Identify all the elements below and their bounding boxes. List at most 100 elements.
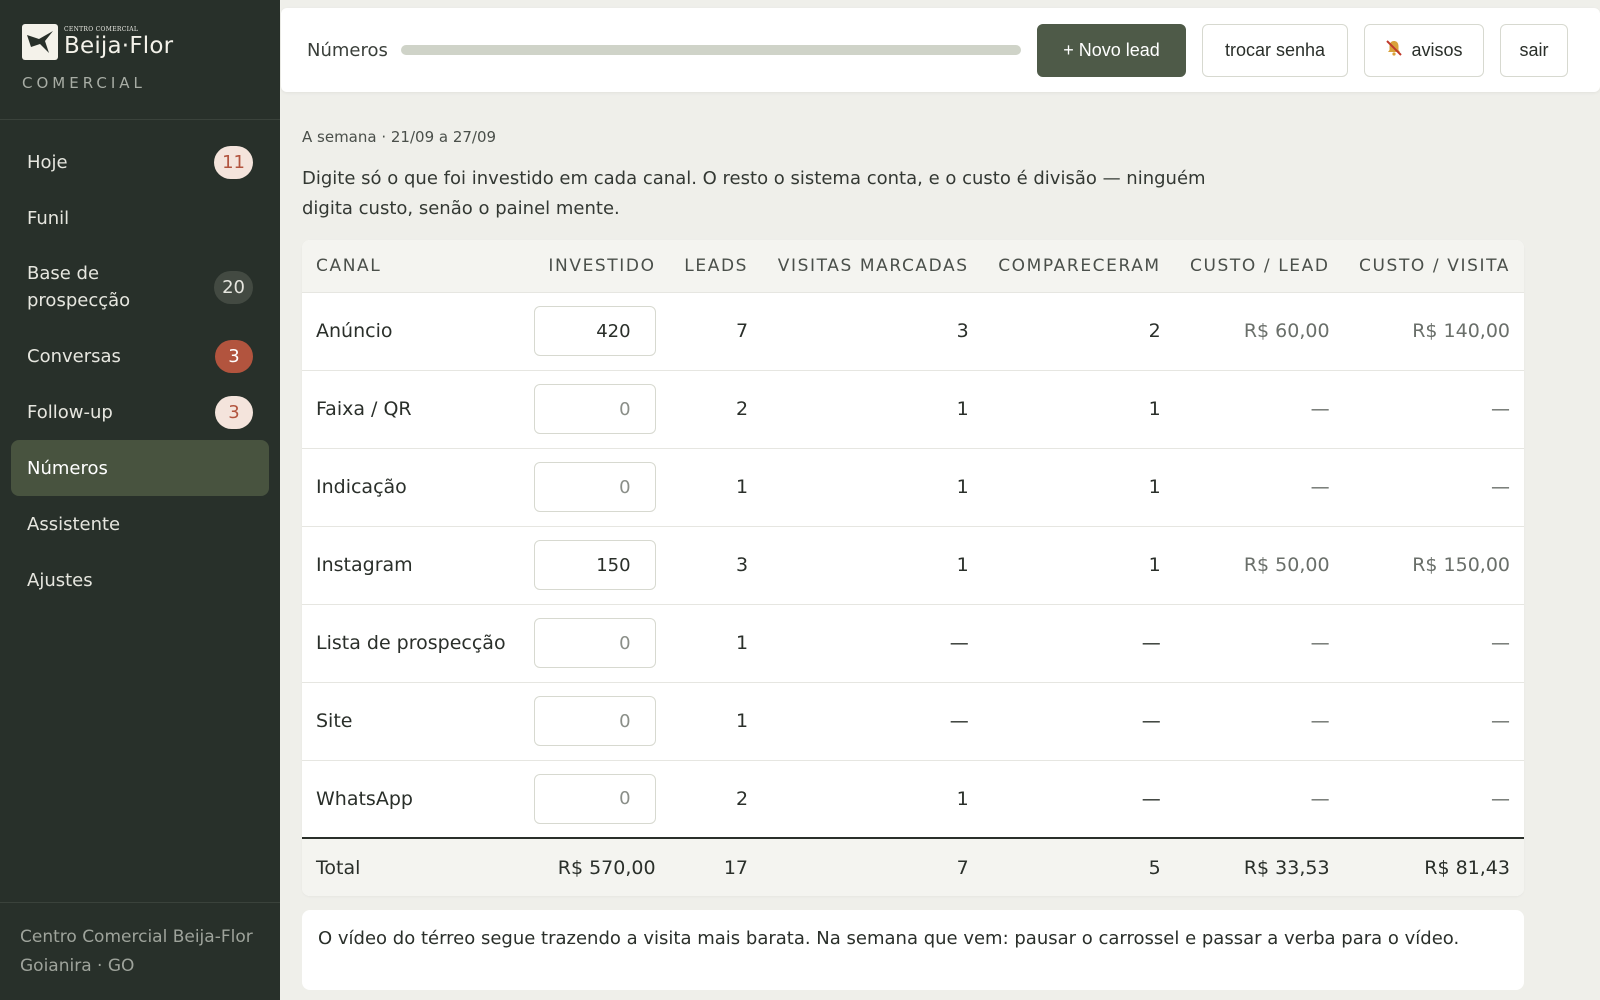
custo-lead-cell: — [1310,398,1330,420]
brand-subtitle: COMERCIAL [22,74,146,92]
sidebar-item-funil[interactable]: Funil [11,190,269,246]
instructions-text: Digite só o que foi investido em cada ca… [302,168,1206,219]
investment-input[interactable] [533,618,656,668]
leads-cell: 1 [735,710,749,732]
week-range: A semana · 21/09 a 27/09 [302,128,497,146]
custo-visita-cell: R$ 140,00 [1412,320,1510,342]
compareceram-cell: 1 [1148,398,1161,420]
sidebar-item-numeros[interactable]: Números [11,440,269,496]
hummingbird-logo-icon [22,24,58,60]
visitas-cell: 1 [956,398,969,420]
total-visitas: 7 [956,856,969,879]
sidebar-item-label: Números [27,457,108,479]
count-badge: 20 [214,270,253,304]
brand-name: Beija·Flor [64,32,174,59]
visitas-cell: 1 [956,554,969,576]
table-row: Instagram 3 1 1 R$ 50,00 R$ 150,00 [302,526,1524,604]
alerts-button[interactable]: avisos [1364,23,1484,77]
investment-input[interactable] [533,306,656,356]
channel-name: Lista de prospecção [316,632,506,654]
header-leads: LEADS [684,255,749,276]
alerts-label: avisos [1411,39,1463,60]
channel-name: Indicação [316,476,407,498]
custo-visita-cell: R$ 150,00 [1412,554,1510,576]
custo-lead-cell: — [1310,787,1330,810]
compareceram-cell: 1 [1148,476,1161,498]
total-label: Total [316,856,361,879]
leads-cell: 1 [735,476,749,498]
top-bar: Números + Novo lead trocar senha avisos … [281,8,1600,92]
sidebar-item-assistente[interactable]: Assistente [11,496,269,552]
count-badge: 3 [215,339,253,373]
visitas-cell: — [949,710,969,732]
custo-lead-cell: — [1310,710,1330,732]
total-leads: 17 [723,856,749,879]
logout-button[interactable]: sair [1500,23,1568,77]
channels-table: CANAL INVESTIDO LEADS VISITAS MARCADAS C… [302,240,1524,896]
sidebar-item-label: Base de prospecção [27,263,131,311]
sidebar-item-hoje[interactable]: Hoje 11 [11,134,269,190]
weekly-note: O vídeo do térreo segue trazendo a visit… [302,910,1524,990]
compareceram-cell: — [1141,710,1161,732]
sidebar-item-label: Funil [27,207,70,229]
sidebar-item-follow-up[interactable]: Follow-up 3 [11,384,269,440]
total-investido: R$ 570,00 [557,856,656,879]
channel-name: Faixa / QR [316,398,412,420]
sidebar-footer: Centro Comercial Beija-Flor Goianira · G… [0,902,280,1000]
compareceram-cell: — [1141,787,1161,810]
change-password-button[interactable]: trocar senha [1202,23,1348,77]
header-investido: INVESTIDO [548,255,656,276]
brand-small-text: CENTRO COMERCIAL [64,25,139,33]
page-title: Números [307,39,388,61]
custo-visita-cell: — [1491,710,1510,732]
brand: CENTRO COMERCIAL Beija·Flor COMERCIAL [0,0,280,120]
table-header-row: CANAL INVESTIDO LEADS VISITAS MARCADAS C… [302,240,1524,292]
visitas-cell: — [949,632,969,654]
custo-lead-cell: R$ 60,00 [1243,320,1330,342]
count-badge: 11 [214,145,253,179]
investment-input[interactable] [533,384,656,434]
visitas-cell: 1 [956,476,969,498]
leads-cell: 7 [735,320,749,342]
progress-bar [401,45,1021,55]
compareceram-cell: 2 [1148,320,1161,342]
investment-input[interactable] [533,773,656,824]
total-custo-visita: R$ 81,43 [1424,856,1510,879]
total-compareceram: 5 [1148,856,1161,879]
header-visitas-marcadas: VISITAS MARCADAS [777,255,969,276]
sidebar-item-label: Conversas [27,345,121,367]
channel-name: Site [316,710,353,732]
table-row: Anúncio 7 3 2 R$ 60,00 R$ 140,00 [302,292,1524,370]
sidebar-item-ajustes[interactable]: Ajustes [11,552,269,608]
table-row: Lista de prospecção 1 — — — — [302,604,1524,682]
investment-input[interactable] [533,540,656,590]
channel-name: WhatsApp [316,787,413,810]
channels-table-card: CANAL INVESTIDO LEADS VISITAS MARCADAS C… [302,240,1524,896]
leads-cell: 2 [735,787,749,810]
bell-muted-icon [1385,39,1403,62]
table-row: Faixa / QR 2 1 1 — — [302,370,1524,448]
channel-name: Anúncio [316,320,393,342]
table-row: Indicação 1 1 1 — — [302,448,1524,526]
investment-input[interactable] [533,462,656,512]
custo-visita-cell: — [1491,632,1510,654]
sidebar-item-base-de-prospeccao[interactable]: Base de prospecção 20 [11,246,269,328]
leads-cell: 2 [735,398,749,420]
table-row: WhatsApp 2 1 — — — [302,760,1524,838]
sidebar: CENTRO COMERCIAL Beija·Flor COMERCIAL Ho… [0,0,280,1000]
custo-lead-cell: — [1310,476,1330,498]
visitas-cell: 1 [956,787,969,810]
investment-input[interactable] [533,696,656,746]
table-row: Site 1 — — — — [302,682,1524,760]
custo-visita-cell: — [1491,476,1510,498]
company-location: Goianira · GO [20,956,135,976]
compareceram-cell: 1 [1148,554,1161,576]
visitas-cell: 3 [956,320,969,342]
new-lead-button[interactable]: + Novo lead [1037,23,1186,77]
sidebar-item-label: Ajustes [27,569,93,591]
channel-name: Instagram [316,554,413,576]
company-name: Centro Comercial Beija-Flor [20,927,253,947]
header-custo-visita: CUSTO / VISITA [1359,255,1510,276]
count-badge: 3 [215,395,253,429]
sidebar-item-conversas[interactable]: Conversas 3 [11,328,269,384]
